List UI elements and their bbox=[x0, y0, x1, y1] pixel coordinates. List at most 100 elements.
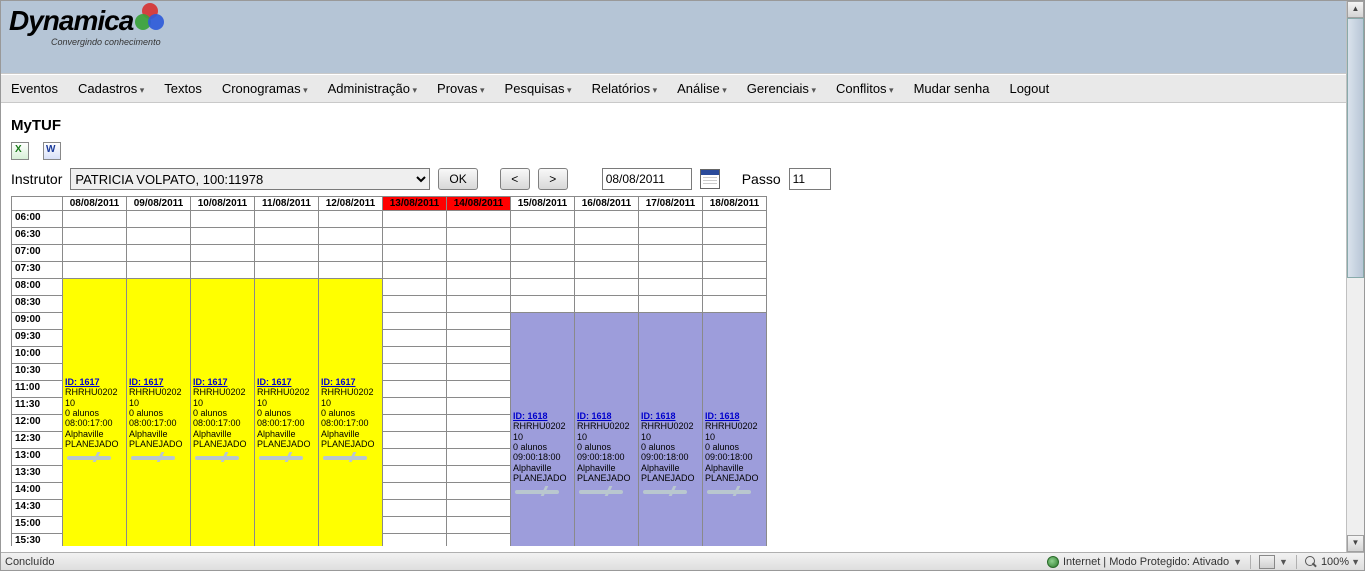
schedule-cell[interactable] bbox=[447, 279, 511, 296]
schedule-cell[interactable] bbox=[511, 245, 575, 262]
schedule-cell[interactable]: ID: 1617RHRHU0202100 alunos08:00:17:00Al… bbox=[191, 279, 255, 547]
event-id-link[interactable]: ID: 1618 bbox=[577, 411, 612, 421]
schedule-cell[interactable] bbox=[383, 347, 447, 364]
schedule-cell[interactable] bbox=[447, 432, 511, 449]
event-id-link[interactable]: ID: 1618 bbox=[705, 411, 740, 421]
event-id-link[interactable]: ID: 1618 bbox=[513, 411, 548, 421]
view-dropdown-icon[interactable]: ▼ bbox=[1279, 557, 1288, 567]
schedule-cell[interactable] bbox=[447, 364, 511, 381]
event-id-link[interactable]: ID: 1618 bbox=[641, 411, 676, 421]
schedule-cell[interactable] bbox=[383, 500, 447, 517]
zoom-dropdown-icon[interactable]: ▼ bbox=[1351, 557, 1360, 567]
schedule-cell[interactable] bbox=[511, 211, 575, 228]
schedule-cell[interactable] bbox=[383, 381, 447, 398]
next-button[interactable]: > bbox=[538, 168, 568, 190]
schedule-cell[interactable] bbox=[575, 279, 639, 296]
event-id-link[interactable]: ID: 1617 bbox=[129, 377, 164, 387]
menu-item[interactable]: Mudar senha bbox=[914, 81, 990, 96]
schedule-cell[interactable] bbox=[383, 245, 447, 262]
schedule-event[interactable]: ID: 1617RHRHU0202100 alunos08:00:17:00Al… bbox=[191, 279, 254, 546]
schedule-cell[interactable] bbox=[319, 211, 383, 228]
schedule-cell[interactable] bbox=[383, 432, 447, 449]
prev-button[interactable]: < bbox=[500, 168, 530, 190]
schedule-cell[interactable] bbox=[127, 245, 191, 262]
schedule-cell[interactable] bbox=[511, 228, 575, 245]
schedule-cell[interactable]: ID: 1618RHRHU0202100 alunos09:00:18:00Al… bbox=[511, 313, 575, 547]
schedule-event[interactable]: ID: 1617RHRHU0202100 alunos08:00:17:00Al… bbox=[255, 279, 318, 546]
schedule-event[interactable]: ID: 1618RHRHU0202100 alunos09:00:18:00Al… bbox=[703, 313, 766, 546]
export-excel-icon[interactable] bbox=[11, 142, 29, 160]
schedule-cell[interactable] bbox=[63, 262, 127, 279]
schedule-cell[interactable] bbox=[511, 279, 575, 296]
schedule-cell[interactable] bbox=[383, 483, 447, 500]
schedule-cell[interactable] bbox=[319, 228, 383, 245]
menu-item[interactable]: Cadastros bbox=[78, 81, 144, 96]
schedule-cell[interactable] bbox=[127, 211, 191, 228]
schedule-cell[interactable] bbox=[639, 245, 703, 262]
schedule-cell[interactable] bbox=[447, 449, 511, 466]
schedule-cell[interactable]: ID: 1618RHRHU0202100 alunos09:00:18:00Al… bbox=[575, 313, 639, 547]
schedule-cell[interactable] bbox=[255, 245, 319, 262]
zoom-icon[interactable] bbox=[1305, 556, 1317, 568]
menu-item[interactable]: Textos bbox=[164, 81, 202, 96]
schedule-cell[interactable] bbox=[447, 415, 511, 432]
zone-dropdown-icon[interactable]: ▼ bbox=[1233, 557, 1242, 567]
schedule-event[interactable]: ID: 1618RHRHU0202100 alunos09:00:18:00Al… bbox=[639, 313, 702, 546]
schedule-cell[interactable] bbox=[63, 228, 127, 245]
event-id-link[interactable]: ID: 1617 bbox=[321, 377, 356, 387]
schedule-cell[interactable] bbox=[575, 211, 639, 228]
schedule-cell[interactable] bbox=[447, 398, 511, 415]
schedule-cell[interactable] bbox=[383, 364, 447, 381]
schedule-cell[interactable] bbox=[383, 296, 447, 313]
schedule-cell[interactable] bbox=[191, 262, 255, 279]
schedule-cell[interactable]: ID: 1617RHRHU0202100 alunos08:00:17:00Al… bbox=[127, 279, 191, 547]
schedule-cell[interactable] bbox=[703, 262, 767, 279]
scroll-down-arrow-icon[interactable]: ▼ bbox=[1347, 535, 1364, 552]
schedule-cell[interactable] bbox=[639, 228, 703, 245]
ok-button[interactable]: OK bbox=[438, 168, 477, 190]
schedule-event[interactable]: ID: 1617RHRHU0202100 alunos08:00:17:00Al… bbox=[319, 279, 382, 546]
step-input[interactable] bbox=[789, 168, 831, 190]
schedule-cell[interactable] bbox=[255, 262, 319, 279]
schedule-cell[interactable] bbox=[447, 381, 511, 398]
schedule-cell[interactable] bbox=[383, 517, 447, 534]
schedule-cell[interactable] bbox=[703, 279, 767, 296]
menu-item[interactable]: Logout bbox=[1009, 81, 1049, 96]
schedule-cell[interactable] bbox=[447, 313, 511, 330]
schedule-cell[interactable] bbox=[447, 500, 511, 517]
schedule-cell[interactable] bbox=[575, 262, 639, 279]
schedule-cell[interactable]: ID: 1617RHRHU0202100 alunos08:00:17:00Al… bbox=[63, 279, 127, 547]
schedule-cell[interactable] bbox=[447, 262, 511, 279]
schedule-cell[interactable] bbox=[447, 296, 511, 313]
event-id-link[interactable]: ID: 1617 bbox=[65, 377, 100, 387]
schedule-cell[interactable] bbox=[703, 245, 767, 262]
schedule-cell[interactable]: ID: 1617RHRHU0202100 alunos08:00:17:00Al… bbox=[319, 279, 383, 547]
schedule-cell[interactable] bbox=[255, 228, 319, 245]
schedule-cell[interactable] bbox=[639, 296, 703, 313]
schedule-cell[interactable]: ID: 1618RHRHU0202100 alunos09:00:18:00Al… bbox=[639, 313, 703, 547]
schedule-cell[interactable] bbox=[383, 398, 447, 415]
schedule-cell[interactable] bbox=[639, 279, 703, 296]
menu-item[interactable]: Administração bbox=[328, 81, 417, 96]
schedule-cell[interactable] bbox=[383, 534, 447, 547]
schedule-cell[interactable] bbox=[383, 313, 447, 330]
schedule-cell[interactable] bbox=[191, 228, 255, 245]
schedule-cell[interactable] bbox=[383, 262, 447, 279]
schedule-cell[interactable] bbox=[255, 211, 319, 228]
schedule-cell[interactable] bbox=[383, 466, 447, 483]
schedule-cell[interactable] bbox=[703, 296, 767, 313]
schedule-cell[interactable] bbox=[575, 245, 639, 262]
event-id-link[interactable]: ID: 1617 bbox=[257, 377, 292, 387]
schedule-cell[interactable] bbox=[447, 245, 511, 262]
menu-item[interactable]: Gerenciais bbox=[747, 81, 816, 96]
schedule-cell[interactable] bbox=[447, 517, 511, 534]
schedule-cell[interactable] bbox=[383, 330, 447, 347]
date-input[interactable] bbox=[602, 168, 692, 190]
schedule-cell[interactable] bbox=[383, 211, 447, 228]
schedule-cell[interactable]: ID: 1618RHRHU0202100 alunos09:00:18:00Al… bbox=[703, 313, 767, 547]
schedule-cell[interactable] bbox=[383, 228, 447, 245]
schedule-cell[interactable] bbox=[191, 211, 255, 228]
schedule-cell[interactable]: ID: 1617RHRHU0202100 alunos08:00:17:00Al… bbox=[255, 279, 319, 547]
event-id-link[interactable]: ID: 1617 bbox=[193, 377, 228, 387]
schedule-cell[interactable] bbox=[703, 228, 767, 245]
